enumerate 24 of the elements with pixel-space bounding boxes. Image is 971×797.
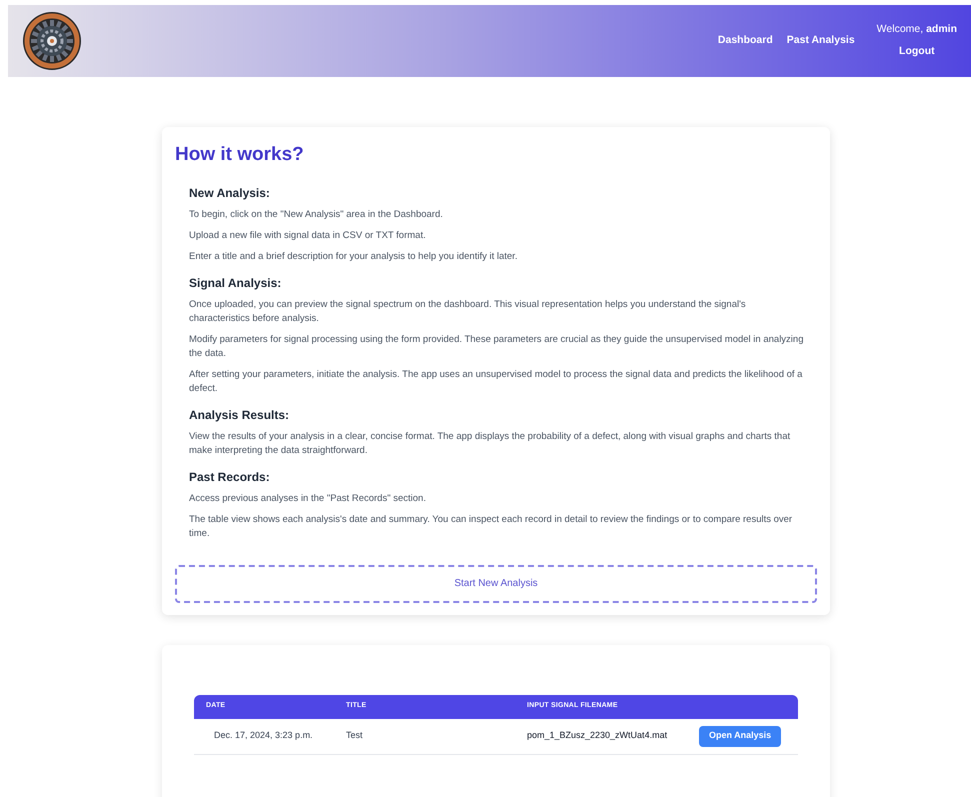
paragraph: After setting your parameters, initiate the analysis. The app uses an unsupervised model to process the signal data and predicts the likelihood of a defect. (189, 368, 804, 396)
paragraph: Enter a title and a brief description for your analysis to help you identify it later. (189, 250, 518, 264)
start-analysis-button[interactable]: Start New Analysis (175, 564, 817, 602)
section-heading: New Analysis: (189, 184, 271, 202)
section-heading: Past Records: (189, 468, 271, 486)
logout-link[interactable]: Logout (899, 44, 935, 60)
paragraph: Modify parameters for signal processing using the form provided. These parameters are crucial as they guide the unsupervised model in analyzing the data. (189, 332, 804, 360)
paragraph: To begin, click on the "New Analysis" area in the Dashboard. (189, 208, 444, 222)
welcome-text: Welcome, admin (876, 22, 957, 38)
section-heading: Analysis Results: (189, 406, 290, 424)
open-analysis-button[interactable]: Open Analysis (699, 726, 782, 746)
table-cell-text: Dec. 17, 2024, 3:23 p.m. (213, 729, 314, 742)
paragraph: The table view shows each analysis's date and summary. You can inspect each record in detail to review the findings or to compare results over time. (189, 512, 794, 540)
paragraph: Access previous analyses in the "Past Records" section. (189, 492, 427, 506)
table-cell-text: Test (345, 729, 364, 742)
paragraph: Upload a new file with signal data in CSV or TXT format. (189, 228, 427, 242)
table-cell-text: pom_1_BZusz_2230_zWtUat4.mat (526, 729, 668, 742)
nav-link[interactable]: Past Analysis (786, 33, 855, 49)
paragraph: View the results of your analysis in a clear, concise format. The app displays the probability of a defect, along with visual graphs and charts that make interpreting the data straightforward. (189, 430, 792, 458)
nav-link[interactable]: Dashboard (718, 33, 773, 49)
section-heading: Signal Analysis: (189, 274, 282, 292)
logo-icon (22, 11, 82, 71)
guide-title: How it works? (175, 143, 305, 167)
paragraph: Once uploaded, you can preview the signal spectrum on the dashboard. This visual representation helps you understand the signal's characteristics before analysis. (189, 298, 747, 326)
